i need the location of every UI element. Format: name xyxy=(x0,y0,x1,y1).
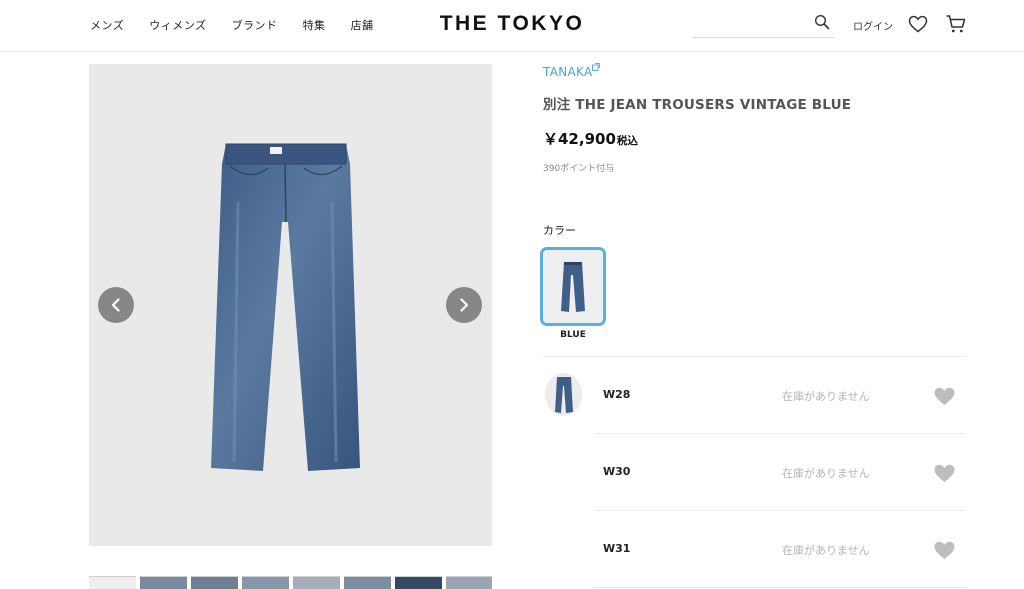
search-input[interactable] xyxy=(692,37,834,38)
next-image-button[interactable] xyxy=(446,287,482,323)
chevron-right-icon xyxy=(460,298,469,312)
color-swatch-blue[interactable] xyxy=(540,247,606,326)
price-tax-label: 税込 xyxy=(616,135,638,147)
favorite-heart-icon[interactable] xyxy=(934,464,955,483)
size-name: W30 xyxy=(603,465,631,478)
favorite-heart-icon[interactable] xyxy=(934,541,955,560)
login-link[interactable]: ログイン xyxy=(853,18,893,33)
product-image-viewer xyxy=(89,64,492,546)
prev-image-button[interactable] xyxy=(98,287,134,323)
product-price: ￥42,900税込 xyxy=(543,128,638,149)
thumbnail[interactable] xyxy=(446,576,492,589)
stock-status: 在庫がありません xyxy=(782,467,870,480)
site-logo[interactable]: THE TOKYO xyxy=(440,12,585,35)
size-thumb-image xyxy=(554,376,573,413)
thumbnail[interactable] xyxy=(191,576,238,589)
thumbnail[interactable] xyxy=(89,576,136,589)
color-label: カラー xyxy=(543,224,576,237)
brand-link[interactable]: TANAKA xyxy=(543,65,592,79)
thumbnail[interactable] xyxy=(242,576,289,589)
stock-status: 在庫がありません xyxy=(782,390,870,403)
size-name: W31 xyxy=(603,542,631,555)
swatch-image xyxy=(561,261,585,312)
product-image xyxy=(211,143,360,471)
external-link-icon xyxy=(592,63,600,71)
size-color-thumb xyxy=(545,373,582,416)
heart-icon[interactable] xyxy=(908,15,928,33)
nav-brands[interactable]: ブランド xyxy=(232,17,278,33)
thumbnail-strip xyxy=(89,576,492,589)
search-icon[interactable] xyxy=(814,14,830,30)
price-value: ￥42,900 xyxy=(543,130,616,148)
chevron-left-icon xyxy=(111,298,120,312)
thumbnail[interactable] xyxy=(344,576,391,589)
points-info: 390ポイント付与 xyxy=(543,164,615,174)
size-row: W28 在庫がありません xyxy=(594,357,966,434)
favorite-heart-icon[interactable] xyxy=(934,387,955,406)
size-row: W31 在庫がありません xyxy=(594,511,966,588)
cart-icon[interactable] xyxy=(945,14,966,34)
size-name: W28 xyxy=(603,388,631,401)
product-title: 別注 THE JEAN TROUSERS VINTAGE BLUE xyxy=(543,97,852,113)
thumbnail[interactable] xyxy=(395,576,442,589)
color-swatch-label: BLUE xyxy=(560,330,586,340)
site-header: メンズ ウィメンズ ブランド 特集 店舗 THE TOKYO ログイン xyxy=(0,0,1024,52)
nav-womens[interactable]: ウィメンズ xyxy=(149,17,206,33)
size-row: W30 在庫がありません xyxy=(594,434,966,511)
thumbnail[interactable] xyxy=(140,576,187,589)
main-nav: メンズ ウィメンズ ブランド 特集 店舗 xyxy=(90,17,399,33)
nav-stores[interactable]: 店舗 xyxy=(351,17,374,33)
stock-status: 在庫がありません xyxy=(782,544,870,557)
nav-features[interactable]: 特集 xyxy=(303,17,326,33)
nav-mens[interactable]: メンズ xyxy=(90,17,124,33)
thumbnail[interactable] xyxy=(293,576,340,589)
